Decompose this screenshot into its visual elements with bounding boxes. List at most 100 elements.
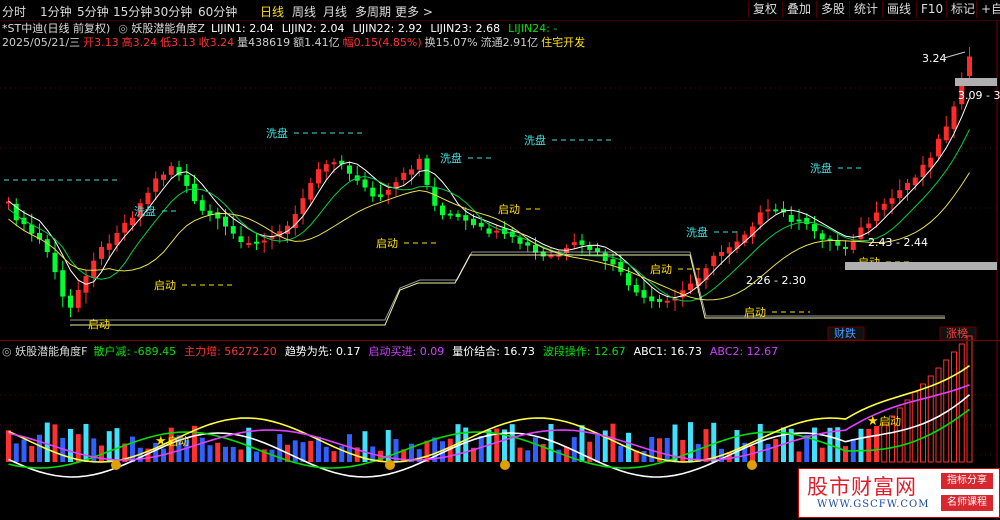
gscfw-watermark-ad[interactable]: 股市财富网 WWW.GSCFW.COM 指标分享 名师课程 <box>798 468 1000 518</box>
candle-body <box>192 183 197 202</box>
candle-body <box>238 236 244 243</box>
candle-body <box>478 222 484 227</box>
candle-body <box>905 182 910 190</box>
candle-body <box>440 205 445 216</box>
candle-body <box>641 290 647 298</box>
candle-body <box>943 126 949 141</box>
volume-bar <box>230 446 236 462</box>
event-tag-1: 财跌 <box>834 326 856 340</box>
price-band-mid <box>845 262 997 270</box>
candle-body <box>835 240 841 246</box>
volume-bar <box>843 446 848 462</box>
pane-divider[interactable] <box>0 340 1000 341</box>
ad-tag-course[interactable]: 名师课程 <box>941 495 993 511</box>
volume-bar <box>52 424 58 462</box>
candle-body <box>711 255 717 267</box>
volume-bar <box>804 434 810 462</box>
volume-bar <box>812 427 817 462</box>
candle-body <box>331 162 337 165</box>
volume-bar <box>215 442 221 462</box>
candle-body <box>719 252 724 256</box>
candle-body <box>951 106 957 130</box>
price-high-label: 3.24 <box>922 52 947 65</box>
candle-body <box>91 260 97 278</box>
candle-body <box>486 228 492 234</box>
candle-body <box>161 174 166 180</box>
volume-bar <box>199 437 205 462</box>
candle-body <box>936 138 941 157</box>
candle-body <box>230 226 236 234</box>
xipan-label-2: 洗盘 <box>524 133 546 147</box>
candle-body <box>657 299 662 302</box>
candle-body <box>199 200 205 211</box>
candle-body <box>424 158 430 185</box>
candle-body <box>471 218 476 226</box>
sub-value-0: 散户减: -689.45 <box>93 345 177 358</box>
candle-body <box>75 290 81 308</box>
candle-body <box>60 270 66 297</box>
volume-bar <box>881 423 888 463</box>
event-tag-2: 涨榜 <box>946 326 968 340</box>
candle-body <box>168 166 174 175</box>
volume-bar <box>773 439 779 462</box>
volume-bar <box>819 447 825 462</box>
candle-body <box>843 246 848 249</box>
candle-body <box>533 244 538 253</box>
qidong-label-0: 启动 <box>154 279 176 292</box>
candle-body <box>688 283 693 291</box>
candle-body <box>455 213 461 217</box>
sub-value-5: 波段操作: 12.67 <box>542 345 626 358</box>
candle-body <box>874 212 879 221</box>
candle-body <box>401 172 407 180</box>
price-high-arrow <box>943 51 966 59</box>
volume-bar <box>874 426 879 462</box>
candle-body <box>409 169 414 175</box>
candle-body <box>106 243 112 250</box>
volume-bar <box>207 445 213 462</box>
candle-body <box>664 300 670 303</box>
candle-body <box>378 194 383 197</box>
candle-body <box>68 295 73 308</box>
candle-body <box>316 169 321 184</box>
support-step-line-2 <box>70 251 945 321</box>
sub-value-7: ABC2: 12.67 <box>709 345 779 358</box>
ad-tag-share[interactable]: 指标分享 <box>941 473 993 489</box>
kline-chart[interactable]: 洗盘洗盘洗盘洗盘洗盘洗盘启动启动启动启动启动启动启动3.243.09 - 3.2… <box>0 0 1000 520</box>
candle-body <box>967 56 972 76</box>
candle-body <box>726 247 732 254</box>
qidong-label-6: 启动 <box>88 318 110 331</box>
band-low-label: 2.26 - 2.30 <box>746 274 806 287</box>
candle-body <box>261 240 267 243</box>
band-mid-label: 2.43 - 2.44 <box>868 236 928 249</box>
volume-bar <box>292 440 298 462</box>
candle-body <box>850 240 856 250</box>
volume-bar <box>29 445 35 462</box>
volume-bar <box>478 436 484 462</box>
volume-bar <box>796 451 802 462</box>
volume-bar <box>866 428 872 462</box>
candle-body <box>750 226 755 237</box>
candle-body <box>618 261 624 272</box>
candle-body <box>812 224 817 232</box>
coin-icon-3 <box>747 460 757 470</box>
xipan-label-3: 洗盘 <box>134 204 156 218</box>
candle-body <box>626 273 631 286</box>
candle-body <box>866 223 872 229</box>
volume-bar <box>21 439 27 462</box>
support-step-line <box>70 254 945 326</box>
settings-icon: ◎ <box>2 345 16 358</box>
candle-body <box>254 241 259 244</box>
candle-body <box>928 157 934 168</box>
candle-body <box>99 246 104 259</box>
coin-icon-0 <box>111 460 121 470</box>
volume-bar <box>525 450 531 462</box>
volume-bar <box>610 423 616 462</box>
volume-bar <box>509 424 515 462</box>
candle-body <box>370 187 376 197</box>
candle-body <box>308 182 314 200</box>
candle-body <box>571 242 577 246</box>
volume-bar <box>858 428 864 462</box>
sub-indicator-name: 妖股潜能角度F <box>15 345 88 358</box>
candle-body <box>184 174 190 186</box>
candle-body <box>757 212 763 225</box>
